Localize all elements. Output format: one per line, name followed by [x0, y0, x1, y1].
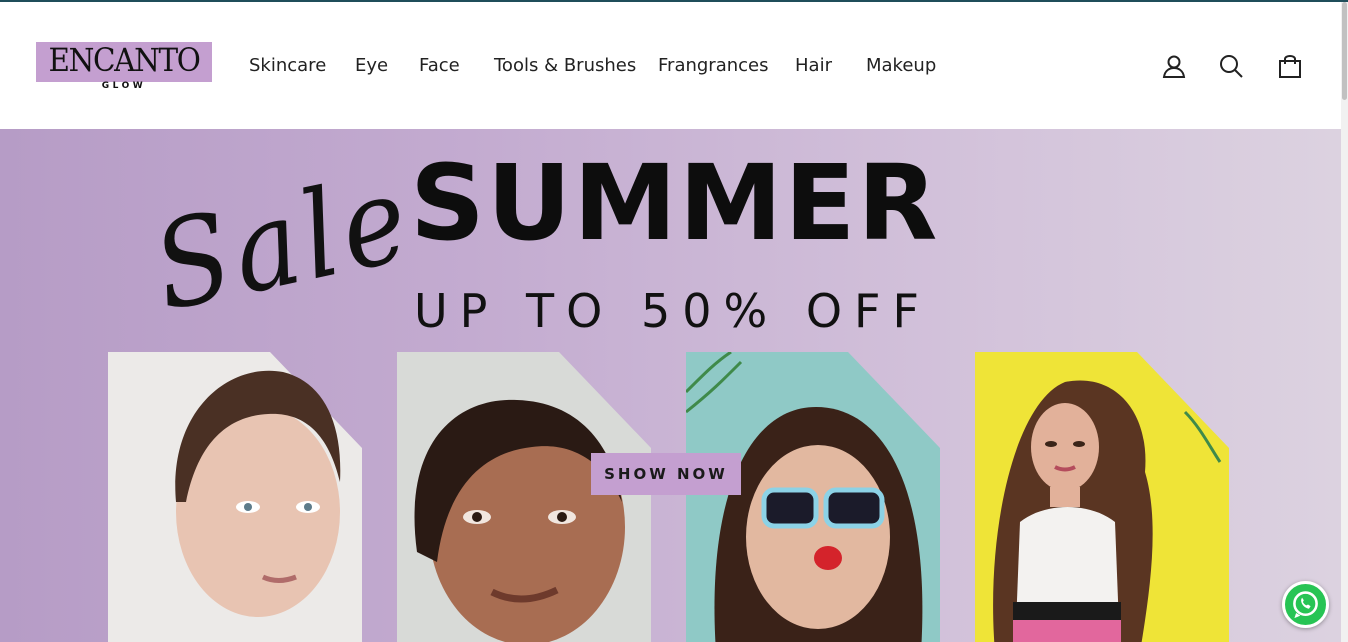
hero-banner[interactable]: Sale SUMMER UP TO 50% OFF SHOW NOW — [0, 129, 1341, 642]
nav-item-tools-brushes[interactable]: Tools & Brushes — [494, 54, 636, 78]
show-now-button[interactable]: SHOW NOW — [591, 453, 741, 495]
brand-logo[interactable]: ENCANTO GLOW — [36, 41, 212, 91]
nav-item-skincare[interactable]: Skincare — [249, 54, 326, 78]
nav-item-makeup[interactable]: Makeup — [866, 54, 936, 78]
model-photo-3 — [686, 352, 940, 642]
page-scrollbar[interactable] — [1341, 2, 1348, 642]
brand-name: ENCANTO — [48, 41, 201, 79]
nav-item-eye[interactable]: Eye — [355, 54, 388, 78]
nav-item-hair[interactable]: Hair — [795, 54, 832, 78]
whatsapp-icon[interactable] — [1282, 581, 1329, 628]
model-photo-2 — [397, 352, 651, 642]
hero-subheadline: UP TO 50% OFF — [414, 284, 931, 338]
model-photo-1 — [108, 352, 362, 642]
scrollbar-thumb[interactable] — [1342, 2, 1347, 100]
cart-icon[interactable] — [1276, 52, 1304, 80]
site-header: ENCANTO GLOW Skincare Eye Face Tools & B… — [0, 2, 1341, 129]
sale-script-text: Sale — [142, 148, 425, 339]
search-icon[interactable] — [1217, 52, 1245, 80]
nav-item-fragrances[interactable]: Frangrances — [658, 54, 769, 78]
brand-tagline: GLOW — [101, 81, 147, 91]
nav-item-face[interactable]: Face — [419, 54, 460, 78]
model-photo-4 — [975, 352, 1229, 642]
hero-headline: SUMMER — [410, 142, 940, 264]
account-icon[interactable] — [1160, 52, 1188, 80]
